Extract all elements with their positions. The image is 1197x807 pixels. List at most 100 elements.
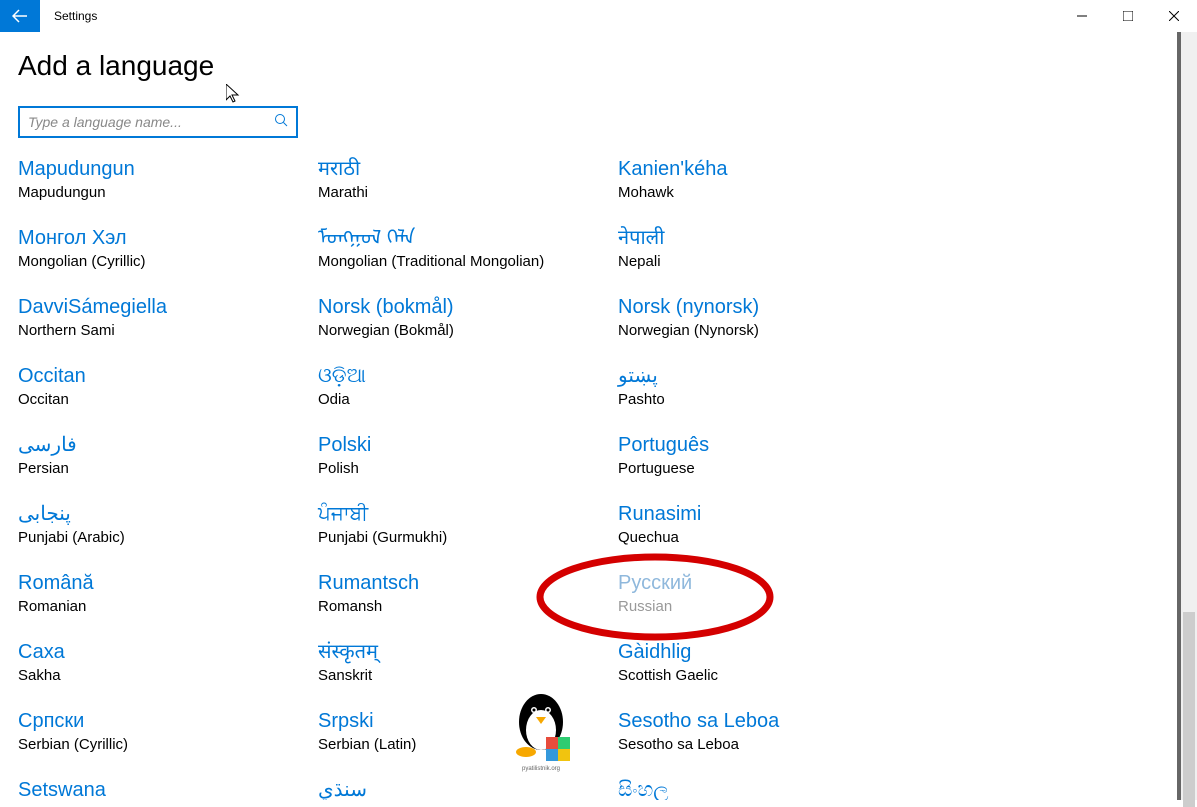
- language-item[interactable]: Setswana: [18, 777, 318, 800]
- language-item[interactable]: Norsk (nynorsk) Norwegian (Nynorsk): [618, 294, 918, 339]
- language-english-name: Sakha: [18, 667, 318, 684]
- language-english-name: Mongolian (Cyrillic): [18, 253, 318, 270]
- language-item[interactable]: नेपाली Nepali: [618, 225, 918, 270]
- language-item[interactable]: Português Portuguese: [618, 432, 918, 477]
- language-native-name: ᠮᠤᠩᠭᠤᠯ ᠬᠡᠯᠡ: [318, 225, 618, 251]
- language-item[interactable]: OccitanOccitan: [18, 363, 318, 408]
- language-item[interactable]: پنجابی Punjabi (Arabic): [18, 501, 318, 546]
- window-title: Settings: [54, 9, 97, 23]
- language-english-name: Odia: [318, 391, 618, 408]
- language-native-name: Sesotho sa Leboa: [618, 708, 918, 734]
- language-item[interactable]: Русский Russian: [618, 570, 918, 615]
- language-item[interactable]: СахаSakha: [18, 639, 318, 684]
- language-item[interactable]: ଓଡ଼ିଆ Odia: [318, 363, 618, 408]
- maximize-icon: [1123, 11, 1133, 21]
- language-english-name: Nepali: [618, 253, 918, 270]
- language-grid: MapudungunMapudungunमराठीMarathiKanien'k…: [18, 156, 1179, 800]
- language-native-name: Română: [18, 570, 318, 596]
- language-native-name: ਪੰਜਾਬੀ: [318, 501, 618, 527]
- scrollbar-inner-track: [1177, 32, 1181, 800]
- language-english-name: Sesotho sa Leboa: [618, 736, 918, 753]
- language-native-name: Gàidhlig: [618, 639, 918, 665]
- close-button[interactable]: [1151, 0, 1197, 32]
- language-native-name: سنڌي: [318, 777, 618, 800]
- language-english-name: Serbian (Cyrillic): [18, 736, 318, 753]
- language-item[interactable]: සිංහල: [618, 777, 918, 800]
- language-native-name: Kanien'kéha: [618, 156, 918, 182]
- language-item[interactable]: سنڌي: [318, 777, 618, 800]
- language-native-name: Mapudungun: [18, 156, 318, 182]
- window-controls: [1059, 0, 1197, 32]
- language-english-name: Russian: [618, 598, 918, 615]
- language-english-name: Norwegian (Bokmål): [318, 322, 618, 339]
- language-item[interactable]: संस्कृतम् Sanskrit: [318, 639, 618, 684]
- titlebar: Settings: [0, 0, 1197, 32]
- language-english-name: Romanian: [18, 598, 318, 615]
- language-item[interactable]: ਪੰਜਾਬੀ Punjabi (Gurmukhi): [318, 501, 618, 546]
- language-native-name: Српски: [18, 708, 318, 734]
- language-english-name: Punjabi (Gurmukhi): [318, 529, 618, 546]
- language-native-name: සිංහල: [618, 777, 918, 800]
- language-item[interactable]: Kanien'kéha Mohawk: [618, 156, 918, 201]
- language-english-name: Serbian (Latin): [318, 736, 618, 753]
- arrow-left-icon: [12, 8, 28, 24]
- language-item[interactable]: मराठीMarathi: [318, 156, 618, 201]
- language-native-name: मराठी: [318, 156, 618, 182]
- language-item[interactable]: Runasimi Quechua: [618, 501, 918, 546]
- language-native-name: Português: [618, 432, 918, 458]
- language-native-name: Русский: [618, 570, 918, 596]
- search-input[interactable]: [28, 114, 274, 130]
- language-native-name: Polski: [318, 432, 618, 458]
- language-native-name: Rumantsch: [318, 570, 618, 596]
- language-native-name: Setswana: [18, 777, 318, 800]
- language-native-name: ଓଡ଼ିଆ: [318, 363, 618, 389]
- language-item[interactable]: Српски Serbian (Cyrillic): [18, 708, 318, 753]
- close-icon: [1169, 11, 1179, 21]
- language-item[interactable]: Polski Polish: [318, 432, 618, 477]
- language-english-name: Pashto: [618, 391, 918, 408]
- language-native-name: پښتو: [618, 363, 918, 389]
- page-title: Add a language: [18, 50, 1179, 82]
- language-english-name: Northern Sami: [18, 322, 318, 339]
- language-english-name: Quechua: [618, 529, 918, 546]
- language-native-name: Occitan: [18, 363, 318, 389]
- language-item[interactable]: Gàidhlig Scottish Gaelic: [618, 639, 918, 684]
- language-english-name: Punjabi (Arabic): [18, 529, 318, 546]
- language-english-name: Portuguese: [618, 460, 918, 477]
- language-item[interactable]: فارسیPersian: [18, 432, 318, 477]
- language-item[interactable]: DavviSámegiellaNorthern Sami: [18, 294, 318, 339]
- language-native-name: Srpski: [318, 708, 618, 734]
- language-item[interactable]: Rumantsch Romansh: [318, 570, 618, 615]
- language-item[interactable]: Sesotho sa Leboa Sesotho sa Leboa: [618, 708, 918, 753]
- minimize-button[interactable]: [1059, 0, 1105, 32]
- content-area: Add a language MapudungunMapudungunमराठी…: [0, 32, 1197, 800]
- language-native-name: Runasimi: [618, 501, 918, 527]
- language-item[interactable]: Монгол Хэл Mongolian (Cyrillic): [18, 225, 318, 270]
- language-item[interactable]: Norsk (bokmål) Norwegian (Bokmål): [318, 294, 618, 339]
- language-item[interactable]: پښتو Pashto: [618, 363, 918, 408]
- scrollbar-thumb[interactable]: [1183, 612, 1195, 807]
- back-button[interactable]: [0, 0, 40, 32]
- language-english-name: Mongolian (Traditional Mongolian): [318, 253, 618, 270]
- language-item[interactable]: Română Romanian: [18, 570, 318, 615]
- language-english-name: Persian: [18, 460, 318, 477]
- language-english-name: Mohawk: [618, 184, 918, 201]
- language-native-name: नेपाली: [618, 225, 918, 251]
- language-item[interactable]: Srpski Serbian (Latin): [318, 708, 618, 753]
- language-english-name: Sanskrit: [318, 667, 618, 684]
- language-native-name: Norsk (nynorsk): [618, 294, 918, 320]
- maximize-button[interactable]: [1105, 0, 1151, 32]
- language-item[interactable]: MapudungunMapudungun: [18, 156, 318, 201]
- minimize-icon: [1077, 11, 1087, 21]
- scrollbar[interactable]: [1181, 32, 1197, 800]
- language-english-name: Polish: [318, 460, 618, 477]
- language-native-name: پنجابی: [18, 501, 318, 527]
- language-english-name: Scottish Gaelic: [618, 667, 918, 684]
- language-native-name: संस्कृतम्: [318, 639, 618, 665]
- language-english-name: Romansh: [318, 598, 618, 615]
- language-native-name: Norsk (bokmål): [318, 294, 618, 320]
- language-item[interactable]: ᠮᠤᠩᠭᠤᠯ ᠬᠡᠯᠡ Mongolian (Traditional Mongol…: [318, 225, 618, 270]
- search-box[interactable]: [18, 106, 298, 138]
- language-native-name: Монгол Хэл: [18, 225, 318, 251]
- language-english-name: Norwegian (Nynorsk): [618, 322, 918, 339]
